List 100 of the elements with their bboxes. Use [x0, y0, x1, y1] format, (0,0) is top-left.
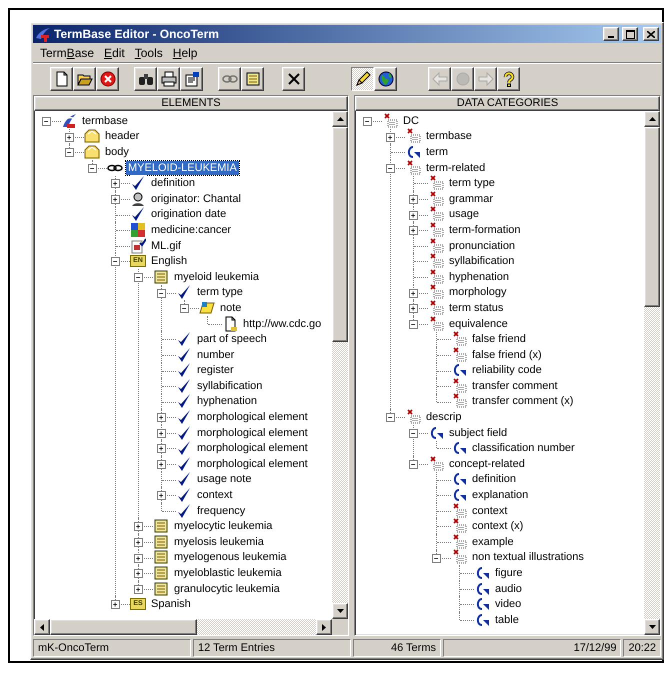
expand-toggle[interactable] — [111, 600, 120, 610]
tree-item[interactable]: termbase — [424, 129, 474, 144]
tree-item[interactable]: audio — [493, 582, 524, 596]
tree-item[interactable]: concept-related — [447, 456, 527, 471]
expand-toggle[interactable] — [65, 132, 74, 142]
find-button[interactable] — [134, 67, 157, 91]
help-button[interactable] — [497, 67, 520, 91]
tree-item[interactable]: definition — [470, 472, 518, 486]
open-button[interactable] — [73, 67, 96, 91]
expand-toggle[interactable] — [134, 522, 143, 532]
expand-toggle[interactable] — [134, 584, 143, 594]
tree-item[interactable]: termbase — [80, 114, 130, 128]
menu-item[interactable]: Tools — [130, 46, 168, 60]
expand-toggle[interactable] — [409, 288, 418, 298]
tree-item[interactable]: descrip — [424, 410, 464, 424]
tree-item[interactable]: hyphenation — [195, 394, 259, 408]
tree-item[interactable]: morphological element — [195, 441, 310, 456]
tree-item[interactable]: term type — [447, 176, 497, 190]
menu-item[interactable]: Edit — [99, 46, 130, 60]
tree-item[interactable]: context — [470, 504, 510, 518]
tree-item[interactable]: term — [424, 144, 450, 159]
scroll-up-button[interactable] — [332, 111, 348, 127]
expand-toggle[interactable] — [157, 428, 166, 438]
tree-item[interactable]: morphological element — [195, 426, 310, 440]
tree-item[interactable]: granulocytic leukemia — [172, 582, 282, 596]
tree-item[interactable]: part of speech — [195, 332, 269, 346]
collapse-toggle[interactable] — [88, 164, 97, 173]
tree-item[interactable]: http://ww.cdc.go — [241, 316, 324, 331]
tree-item[interactable]: explanation — [470, 488, 530, 502]
expand-toggle[interactable] — [111, 194, 120, 204]
collapse-toggle[interactable] — [386, 413, 395, 422]
collapse-toggle[interactable] — [111, 257, 120, 266]
collapse-toggle[interactable] — [386, 164, 395, 173]
tree-item[interactable]: non textual illustrations — [470, 550, 586, 564]
expand-toggle[interactable] — [111, 179, 120, 188]
collapse-toggle[interactable] — [363, 117, 372, 126]
tree-item[interactable]: equivalence — [447, 316, 510, 331]
tree-item[interactable]: English — [149, 254, 190, 268]
collapse-toggle[interactable] — [432, 554, 441, 563]
scroll-right-button[interactable] — [316, 619, 332, 635]
tree-item[interactable]: ML.gif — [149, 238, 183, 253]
expand-toggle[interactable] — [386, 132, 395, 142]
collapse-toggle[interactable] — [409, 460, 418, 470]
tree-item[interactable]: register — [195, 363, 236, 378]
properties-button[interactable] — [180, 67, 203, 91]
tree-item[interactable]: frequency — [195, 504, 248, 518]
globe-button[interactable] — [374, 67, 397, 91]
collapse-toggle[interactable] — [409, 428, 418, 438]
edit-button[interactable] — [351, 67, 374, 91]
tree-item[interactable]: term-formation — [447, 222, 523, 237]
scroll-thumb[interactable] — [332, 127, 348, 342]
tree-item[interactable]: term-related — [424, 160, 488, 175]
maximize-button[interactable] — [622, 27, 638, 41]
scroll-up-button[interactable] — [644, 111, 660, 127]
tree-item[interactable]: header — [103, 129, 142, 144]
scroll-down-button[interactable] — [332, 603, 348, 619]
vertical-scrollbar[interactable] — [644, 111, 660, 635]
tree-item[interactable]: syllabification — [195, 378, 264, 393]
menu-item[interactable]: TermBase — [35, 46, 100, 60]
expand-toggle[interactable] — [409, 304, 418, 314]
tree-item[interactable]: body — [103, 144, 131, 159]
collapse-toggle[interactable] — [134, 272, 143, 282]
vertical-scrollbar[interactable] — [332, 111, 348, 619]
tree-item[interactable]: transfer comment — [470, 378, 560, 393]
tree-item[interactable]: context (x) — [470, 519, 526, 534]
close-button[interactable] — [96, 67, 119, 91]
tree-item[interactable]: usage note — [195, 472, 254, 486]
tree-item[interactable]: myeloblastic leukemia — [172, 566, 284, 580]
collapse-toggle[interactable] — [409, 320, 418, 329]
expand-toggle[interactable] — [409, 210, 418, 220]
tree-item[interactable]: hyphenation — [447, 270, 511, 284]
collapse-toggle[interactable] — [65, 148, 74, 158]
tree-item[interactable]: myelosis leukemia — [172, 534, 266, 549]
tree-item[interactable]: originator: Chantal — [149, 192, 243, 206]
collapse-toggle[interactable] — [157, 288, 166, 298]
collapse-toggle[interactable] — [180, 304, 189, 314]
scroll-down-button[interactable] — [644, 619, 660, 635]
delete-button[interactable] — [282, 67, 305, 91]
tree-item[interactable]: false friend (x) — [470, 348, 544, 362]
tree-item[interactable]: morphological element — [195, 456, 310, 471]
tree-item[interactable]: subject field — [447, 426, 510, 440]
tree-item[interactable]: Spanish — [149, 597, 193, 612]
tree-item[interactable]: figure — [493, 566, 525, 580]
tree-item[interactable]: term type — [195, 285, 245, 300]
tree-item[interactable]: myelocytic leukemia — [172, 519, 274, 534]
tree-item[interactable]: pronunciation — [447, 238, 518, 253]
minimize-button[interactable] — [603, 27, 619, 41]
scroll-thumb[interactable] — [50, 619, 197, 635]
expand-toggle[interactable] — [134, 554, 143, 563]
horizontal-scrollbar[interactable] — [34, 619, 332, 635]
tree-item[interactable]: example — [470, 534, 516, 549]
close-button[interactable] — [643, 27, 659, 41]
expand-toggle[interactable] — [409, 226, 418, 236]
tree-item[interactable]: origination date — [149, 207, 228, 222]
expand-toggle[interactable] — [157, 444, 166, 454]
tree-item[interactable]: classification number — [470, 441, 577, 456]
tree-item[interactable]: myeloid leukemia — [172, 270, 261, 284]
tree-item[interactable]: video — [493, 597, 524, 612]
tree-item[interactable]: transfer comment (x) — [470, 394, 576, 408]
tree-item[interactable]: morphological element — [195, 410, 310, 424]
